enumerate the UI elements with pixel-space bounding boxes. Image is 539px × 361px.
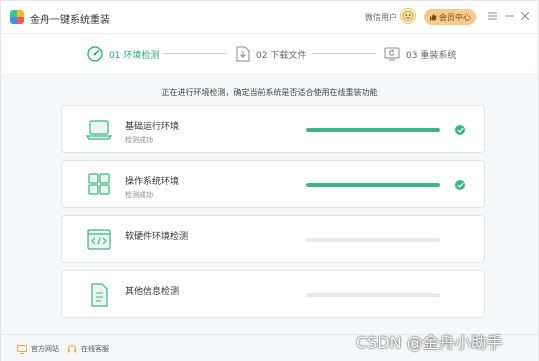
step-environment-check: 01 环境检测 — [87, 46, 159, 62]
check-title: 其他信息检测 — [125, 287, 180, 297]
check-title: 操作系统环境 — [125, 177, 180, 187]
check-status: 检测成功 — [125, 191, 153, 199]
avatar[interactable] — [400, 8, 416, 24]
monitor-icon — [17, 344, 27, 354]
status-notice: 正在进行环境检测，确定当前系统是否适合使用在线重装功能 — [161, 88, 378, 97]
code-window-icon — [87, 229, 111, 250]
progress-fill — [306, 183, 440, 187]
download-file-icon — [236, 46, 250, 62]
thumbs-up-icon — [430, 13, 437, 21]
vip-center-label: 会员中心 — [439, 12, 471, 22]
check-progress-bar — [306, 238, 440, 242]
document-icon — [91, 283, 108, 307]
reinstall-icon — [384, 47, 400, 61]
watermark: CSDN @金舟小助手 — [356, 333, 503, 352]
headset-icon — [67, 345, 77, 353]
user-name[interactable]: 微信用户 — [365, 12, 397, 23]
check-done-icon — [455, 125, 465, 135]
step-connector — [312, 53, 376, 54]
step-download-files: 02 下载文件 — [236, 46, 306, 62]
online-service-link[interactable]: 在线客服 — [67, 344, 109, 354]
app-title: 金舟一键系统重装 — [30, 15, 110, 26]
check-title: 基础运行环境 — [125, 122, 180, 132]
step-reinstall-system: 03 重装系统 — [384, 46, 456, 62]
app-window: 金舟一键系统重装 微信用户 会员中心 01 环境检测 02 下载文件 03 重装… — [0, 0, 539, 361]
check-status: 检测成功 — [125, 136, 153, 144]
vip-center-button[interactable]: 会员中心 — [424, 9, 476, 25]
menu-icon[interactable] — [486, 10, 498, 22]
app-logo-icon — [10, 10, 24, 24]
step-label: 02 下载文件 — [256, 50, 307, 61]
windows-grid-icon — [88, 173, 110, 195]
check-done-icon — [455, 180, 465, 190]
avatar-face-icon — [402, 10, 414, 22]
check-card: 软硬件环境检测 — [61, 215, 485, 263]
official-website-link[interactable]: 官方网站 — [17, 344, 59, 354]
step-label: 01 环境检测 — [109, 50, 160, 61]
gauge-icon — [87, 46, 103, 62]
laptop-icon — [86, 120, 112, 140]
close-icon[interactable] — [519, 10, 531, 22]
progress-steps: 01 环境检测 02 下载文件 03 重装系统 — [1, 33, 538, 73]
online-service-label: 在线客服 — [81, 345, 109, 353]
check-title: 软硬件环境检测 — [125, 232, 189, 242]
minimize-icon[interactable] — [503, 10, 515, 22]
official-website-label: 官方网站 — [31, 345, 59, 353]
check-progress-bar — [306, 183, 440, 187]
check-card: 基础运行环境 检测成功 — [61, 105, 485, 153]
progress-fill — [306, 128, 440, 132]
step-connector — [163, 53, 227, 54]
step-label: 03 重装系统 — [406, 50, 457, 61]
check-progress-bar — [306, 293, 440, 297]
check-card: 操作系统环境 检测成功 — [61, 160, 485, 208]
title-bar: 金舟一键系统重装 微信用户 会员中心 — [1, 1, 538, 33]
check-progress-bar — [306, 128, 440, 132]
check-card: 其他信息检测 — [61, 270, 485, 318]
